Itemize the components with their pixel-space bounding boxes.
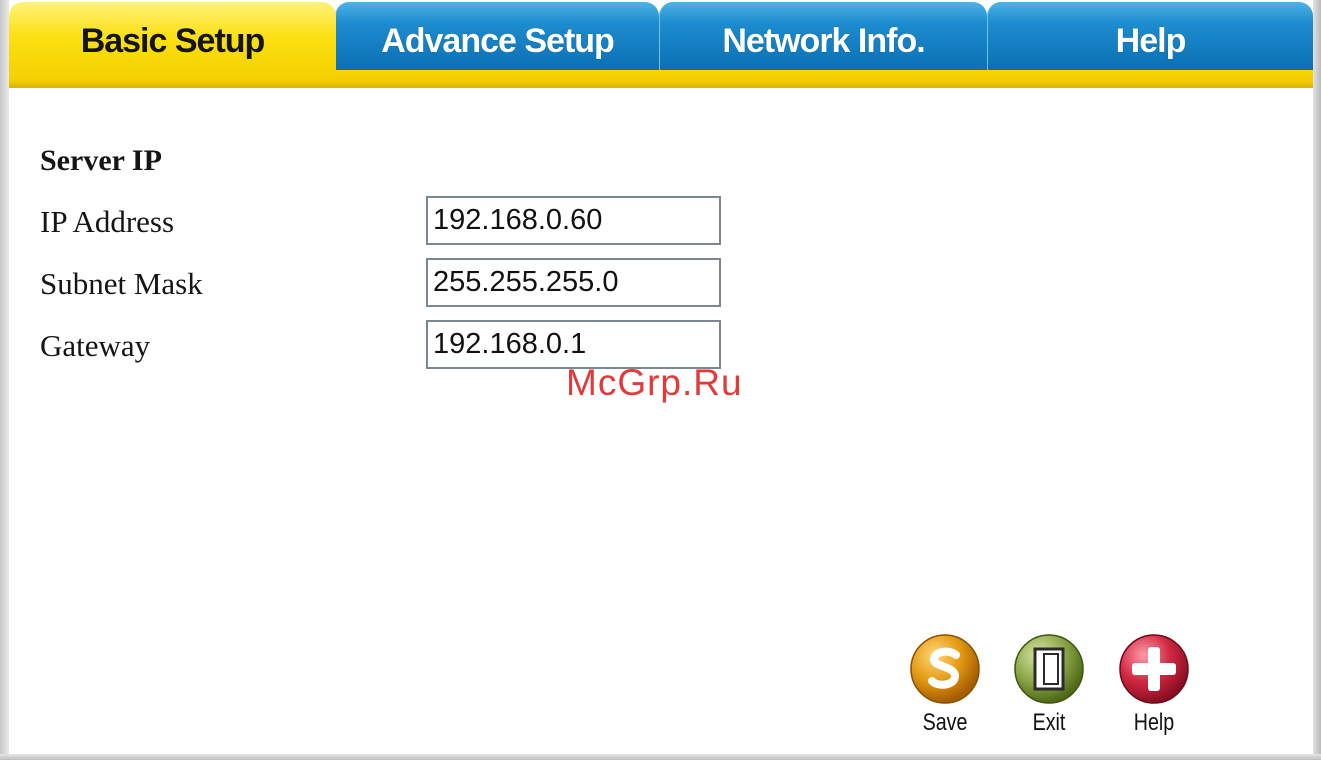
subnet-mask-input[interactable] (426, 258, 721, 307)
tab-basic-setup[interactable]: Basic Setup (9, 2, 336, 80)
subnet-mask-label: Subnet Mask (40, 266, 203, 301)
window-left-border (0, 0, 9, 760)
window-bottom-border (0, 754, 1321, 760)
exit-button[interactable]: Exit (1004, 633, 1094, 737)
router-setup-window: Basic Setup Advance Setup Network Info. … (0, 0, 1321, 760)
help-button[interactable]: Help (1109, 633, 1199, 737)
gateway-input[interactable] (426, 320, 721, 369)
save-label: Save (922, 709, 968, 736)
window-right-border (1313, 0, 1321, 760)
exit-door-icon (1014, 634, 1084, 704)
basic-setup-panel: Server IP IP Address Subnet Mask Gateway… (9, 88, 1313, 754)
exit-label: Exit (1032, 709, 1066, 736)
ip-address-label: IP Address (40, 204, 175, 239)
save-button[interactable]: Save (900, 633, 990, 737)
ip-address-input[interactable] (426, 196, 721, 245)
tab-network-info[interactable]: Network Info. (659, 2, 987, 72)
tab-advance-setup[interactable]: Advance Setup (335, 2, 659, 72)
plus-icon (1119, 634, 1189, 704)
tab-bar: Basic Setup Advance Setup Network Info. … (9, 2, 1313, 80)
gateway-label: Gateway (40, 328, 151, 363)
tab-help[interactable]: Help (987, 2, 1313, 72)
save-icon (910, 634, 980, 704)
help-label: Help (1133, 709, 1175, 736)
section-title: Server IP (40, 144, 162, 177)
